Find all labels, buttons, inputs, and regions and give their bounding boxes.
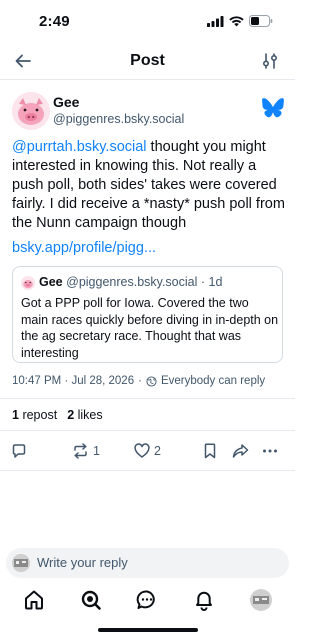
author-handle[interactable]: @piggenres.bsky.social bbox=[53, 112, 184, 126]
filter-button[interactable] bbox=[261, 52, 279, 70]
more-icon bbox=[263, 449, 277, 453]
quote-header: Gee @piggenres.bsky.social · 1d bbox=[39, 275, 222, 289]
wifi-icon bbox=[229, 15, 244, 26]
bookmark-icon bbox=[204, 443, 216, 459]
bookmark-button[interactable] bbox=[203, 440, 217, 462]
pig-avatar-icon bbox=[21, 276, 35, 290]
repost-stat[interactable]: 1 repost bbox=[12, 408, 57, 422]
reply-setting[interactable]: Everybody can reply bbox=[161, 375, 265, 387]
tab-search[interactable] bbox=[79, 588, 103, 612]
repost-label: repost bbox=[22, 408, 58, 422]
home-indicator bbox=[98, 628, 198, 632]
post-link[interactable]: bsky.app/profile/pigg... bbox=[12, 240, 156, 256]
quote-age: 1d bbox=[208, 275, 223, 289]
quoted-post[interactable]: Gee @piggenres.bsky.social · 1d Got a PP… bbox=[12, 266, 283, 363]
bottom-tab-bar bbox=[0, 582, 295, 618]
repost-count: 1 bbox=[12, 408, 19, 422]
post-header: Post bbox=[0, 44, 295, 80]
signal-icon bbox=[207, 15, 224, 27]
user-avatar bbox=[12, 554, 30, 572]
like-action-count: 2 bbox=[154, 444, 161, 458]
quote-author-name: Gee bbox=[39, 275, 63, 289]
divider bbox=[0, 430, 295, 431]
likes-stat[interactable]: 2 likes bbox=[67, 408, 102, 422]
author-name[interactable]: Gee bbox=[53, 94, 79, 110]
share-icon bbox=[232, 444, 249, 458]
pig-avatar-icon bbox=[12, 92, 50, 130]
likes-label: likes bbox=[77, 408, 103, 422]
divider bbox=[0, 398, 295, 399]
search-icon bbox=[81, 590, 101, 610]
reply-button[interactable] bbox=[11, 440, 27, 462]
post-actions: 1 2 bbox=[0, 440, 295, 462]
filter-icon bbox=[262, 53, 278, 69]
share-button[interactable] bbox=[232, 440, 249, 462]
quote-text: Got a PPP poll for Iowa. Covered the two… bbox=[21, 296, 279, 360]
post-stats: 1 repost 2 likes bbox=[12, 408, 103, 422]
tab-notifications[interactable] bbox=[192, 588, 216, 612]
status-icons bbox=[207, 15, 273, 27]
heart-icon bbox=[134, 443, 150, 458]
home-icon bbox=[25, 590, 43, 610]
tab-home[interactable] bbox=[22, 588, 46, 612]
post-author: Gee @piggenres.bsky.social bbox=[12, 92, 284, 132]
post-timestamp: 10:47 PM · Jul 28, 2026 bbox=[12, 375, 135, 387]
meta-separator: · bbox=[138, 375, 142, 387]
repost-button[interactable]: 1 bbox=[72, 440, 100, 462]
reply-placeholder: Write your reply bbox=[37, 555, 128, 570]
quote-author-handle: @piggenres.bsky.social bbox=[66, 275, 198, 289]
globe-icon bbox=[146, 375, 157, 387]
likes-count: 2 bbox=[67, 408, 75, 422]
profile-avatar-icon bbox=[250, 589, 272, 611]
quote-avatar bbox=[21, 276, 35, 290]
status-bar: 2:49 bbox=[0, 0, 295, 44]
like-button[interactable]: 2 bbox=[134, 440, 161, 462]
chat-icon bbox=[136, 590, 155, 609]
bluesky-logo bbox=[262, 98, 284, 123]
mention-link[interactable]: @purrtah.bsky.social bbox=[12, 139, 147, 155]
bluesky-butterfly-icon bbox=[262, 98, 284, 118]
repost-action-count: 1 bbox=[93, 444, 100, 458]
avatar[interactable] bbox=[12, 92, 50, 130]
more-button[interactable] bbox=[262, 440, 278, 462]
quote-separator: · bbox=[200, 275, 206, 289]
battery-icon bbox=[249, 15, 273, 27]
reply-icon bbox=[12, 444, 26, 458]
user-avatar-image-icon bbox=[12, 554, 30, 572]
repost-icon bbox=[74, 443, 87, 459]
divider bbox=[0, 470, 295, 471]
bell-icon bbox=[196, 591, 212, 611]
status-time: 2:49 bbox=[39, 13, 70, 30]
tab-profile[interactable] bbox=[249, 588, 273, 612]
page-title: Post bbox=[130, 52, 165, 69]
post-text: @purrtah.bsky.social thought you might i… bbox=[12, 138, 290, 233]
post-meta-row: 10:47 PM · Jul 28, 2026 · Everybody can … bbox=[12, 375, 265, 387]
reply-input[interactable]: Write your reply bbox=[6, 548, 289, 578]
tab-chat[interactable] bbox=[135, 588, 159, 612]
